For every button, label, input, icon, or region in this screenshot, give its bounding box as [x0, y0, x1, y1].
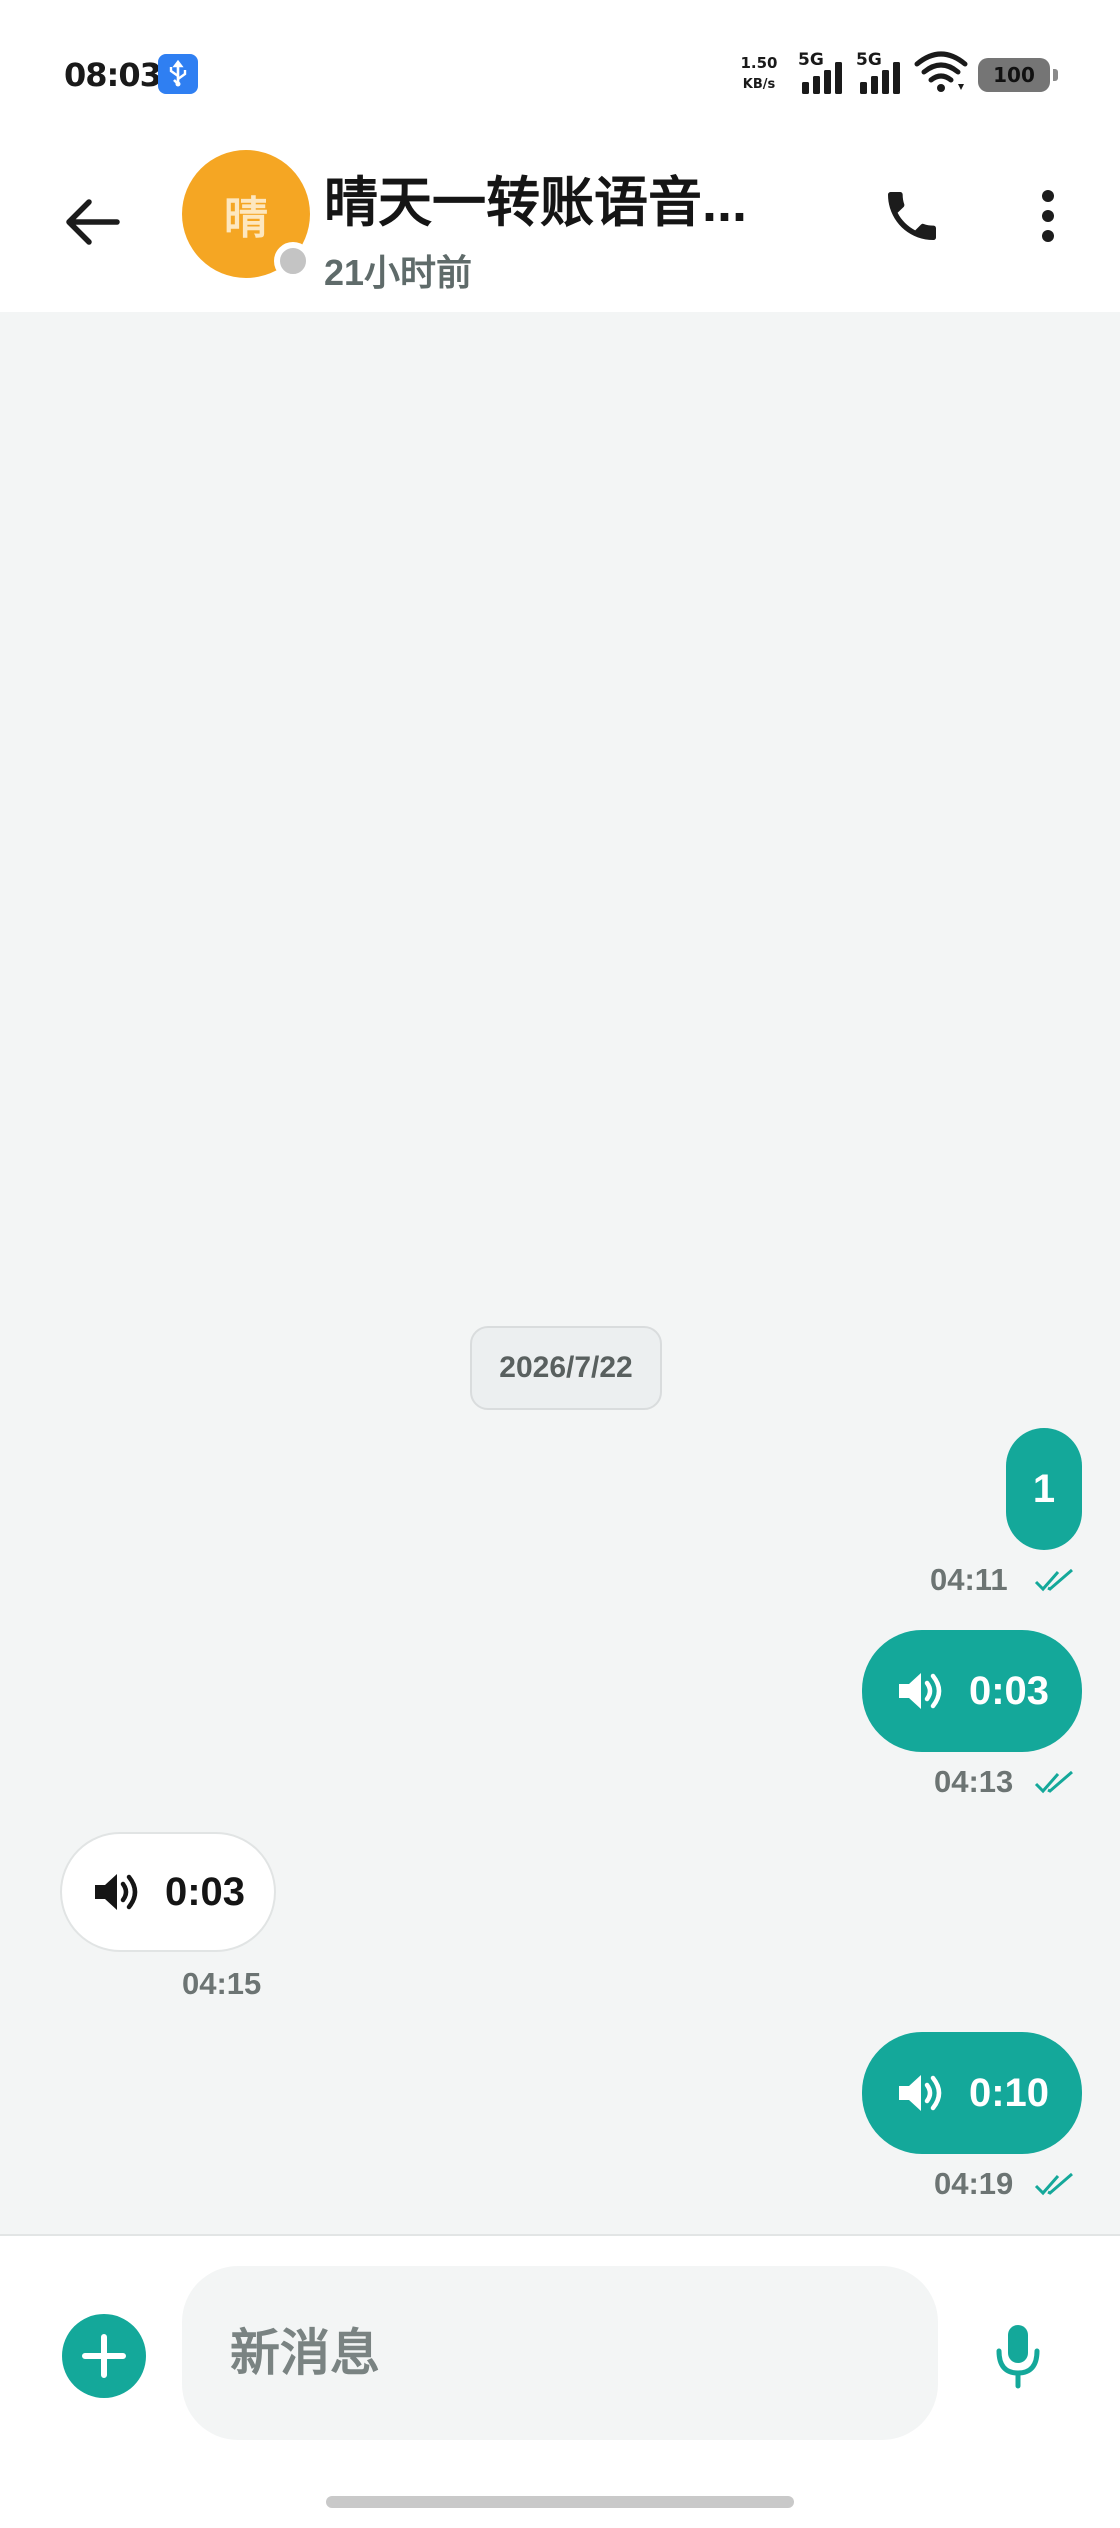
- chat-header: 晴 晴天一转账语音... 21小时前: [0, 140, 1120, 312]
- status-bar: 08:03 1.50 KB/s 5G 5G 100: [0, 0, 1120, 140]
- speaker-icon: [895, 1667, 947, 1715]
- double-check-icon: [1034, 1770, 1073, 1794]
- message-text: 1: [1032, 1466, 1056, 1511]
- signal-bars-icon: [860, 62, 900, 94]
- chat-title[interactable]: 晴天一转账语音...: [324, 158, 784, 237]
- date-separator: 2026/7/22: [470, 1326, 662, 1410]
- voice-duration: 0:10: [968, 2070, 1050, 2115]
- speaker-icon: [895, 2069, 947, 2117]
- message-time: 04:13: [934, 1764, 1014, 1799]
- signal-strength-1: 5G: [798, 50, 848, 96]
- signal-strength-2: 5G: [856, 50, 906, 96]
- battery-indicator: 100: [978, 58, 1058, 92]
- voice-record-button[interactable]: [976, 2314, 1060, 2398]
- message-list[interactable]: 2026/7/22 1 04:11 0:03 04:13 0:03 04:15 …: [0, 312, 1120, 2234]
- message-time: 04:19: [934, 2166, 1014, 2201]
- status-time: 08:03: [64, 56, 162, 94]
- arrow-left-icon: [66, 199, 120, 245]
- message-time: 04:15: [182, 1966, 262, 2001]
- presence-status-dot: [274, 242, 312, 280]
- network-speed-value: 1.50: [740, 54, 778, 72]
- signal-bars-icon: [802, 62, 842, 94]
- double-check-icon: [1034, 1568, 1073, 1592]
- double-check-icon: [1034, 2172, 1073, 2196]
- plus-icon: [82, 2334, 126, 2378]
- message-input[interactable]: [182, 2266, 938, 2440]
- microphone-icon: [996, 2325, 1040, 2389]
- more-vertical-icon: [1042, 190, 1054, 242]
- message-time: 04:11: [930, 1562, 1008, 1597]
- last-seen-status: 21小时前: [324, 252, 473, 293]
- phone-icon: [888, 192, 936, 240]
- speaker-icon: [91, 1868, 143, 1916]
- incoming-voice-bubble[interactable]: 0:03: [60, 1832, 276, 1952]
- outgoing-voice-bubble[interactable]: 0:10: [862, 2032, 1082, 2154]
- chat-screen: 08:03 1.50 KB/s 5G 5G 100 晴 晴天一转账语音... 2…: [0, 0, 1120, 2528]
- add-attachment-button[interactable]: [62, 2314, 146, 2398]
- more-options-button[interactable]: [1008, 176, 1088, 256]
- home-indicator[interactable]: [326, 2496, 794, 2508]
- message-composer: [0, 2234, 1120, 2528]
- voice-duration: 0:03: [968, 1668, 1050, 1713]
- outgoing-voice-bubble[interactable]: 0:03: [862, 1630, 1082, 1752]
- voice-duration: 0:03: [164, 1869, 246, 1914]
- outgoing-text-bubble[interactable]: 1: [1006, 1428, 1082, 1550]
- network-speed: 1.50 KB/s: [736, 52, 782, 96]
- call-button[interactable]: [872, 176, 952, 256]
- usb-icon: [158, 54, 198, 94]
- wifi-icon: [914, 51, 968, 92]
- network-speed-unit: KB/s: [742, 77, 776, 92]
- back-button[interactable]: [52, 182, 132, 262]
